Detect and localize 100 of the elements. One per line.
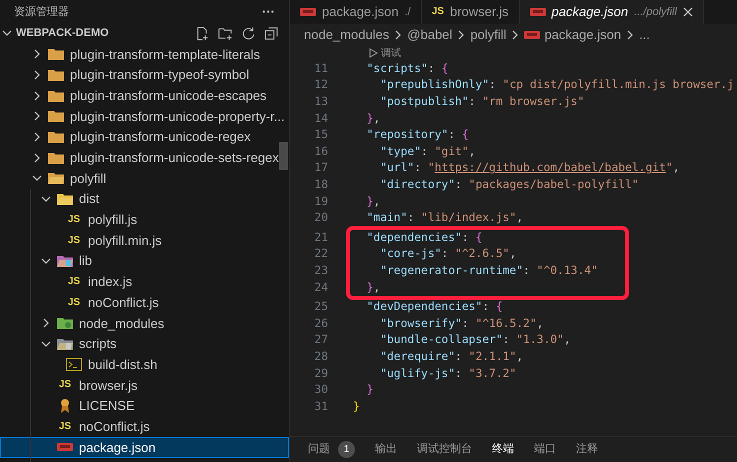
js-file-icon: JS	[68, 298, 80, 308]
json-file-icon	[300, 8, 316, 16]
more-actions-button[interactable]: ···	[262, 2, 275, 22]
line-number: 19	[313, 194, 328, 210]
new-file-icon[interactable]	[195, 26, 210, 40]
tree-item[interactable]: plugin-transform-unicode-sets-regex	[0, 147, 289, 168]
tree-item[interactable]: package.json	[0, 437, 289, 458]
folder-icon	[57, 317, 73, 330]
js-file-icon: JS	[68, 236, 80, 246]
code-line: "dependencies": {	[366, 230, 482, 246]
close-icon[interactable]	[682, 7, 693, 17]
line-number: 29	[313, 366, 328, 382]
tree-item[interactable]: node_modules	[0, 312, 289, 334]
panel-tab[interactable]: 终端	[492, 441, 514, 458]
line-number: 26	[313, 316, 328, 332]
line-number: 12	[313, 77, 328, 94]
code-line: "repository": {	[366, 127, 469, 144]
code-line: }	[353, 398, 360, 415]
code-line: },	[366, 110, 380, 127]
code-line: "type": "git",	[379, 144, 476, 160]
tree-item[interactable]: LICENSE	[0, 396, 289, 416]
line-number: 18	[313, 176, 328, 193]
new-folder-icon[interactable]	[218, 26, 233, 40]
code-line: "regenerator-runtime": "^0.13.4"	[379, 262, 598, 279]
debug-codelens[interactable]: 调试	[381, 46, 401, 60]
breadcrumb-item[interactable]: ...	[639, 25, 650, 45]
folder-icon	[48, 131, 64, 144]
tree-item[interactable]: plugin-transform-unicode-regex	[0, 126, 289, 148]
folder-icon	[48, 172, 64, 184]
chevron-down-icon	[41, 338, 51, 349]
chevron-down-icon	[41, 256, 51, 266]
tree-item[interactable]: JS polyfill.js	[0, 210, 289, 230]
panel-tab[interactable]: 调试控制台	[417, 441, 472, 458]
chevron-right-icon	[32, 70, 42, 80]
folder-icon	[48, 152, 64, 164]
tree-item[interactable]: JS browser.js	[0, 375, 289, 396]
chevron-right-icon	[456, 30, 466, 40]
breadcrumb-item[interactable]: node_modules	[304, 25, 390, 45]
tree-item[interactable]: plugin-transform-unicode-property-r...	[0, 106, 289, 127]
code-line: "directory": "packages/babel-polyfill"	[379, 176, 639, 193]
tree-item[interactable]: JS noConflict.js	[0, 292, 289, 313]
panel-tab[interactable]: 端口	[534, 441, 556, 458]
code-line: },	[366, 194, 380, 210]
code-line: "devDependencies": {	[366, 299, 503, 316]
code-line: "url": "https://github.com/babel/babel.git",	[379, 160, 680, 176]
js-file-icon: JS	[68, 214, 80, 225]
count-badge: 1	[338, 441, 355, 458]
js-file-icon: JS	[58, 380, 72, 390]
sidebar-title: 资源管理器	[14, 4, 69, 20]
line-number: 25	[313, 299, 328, 316]
js-file-icon: JS	[432, 7, 444, 17]
code-line: "uglify-js": "3.7.2"	[379, 366, 516, 382]
tree-item[interactable]: JS noConflict.js	[0, 416, 289, 438]
editor-tab[interactable]: package.json .../polyfill	[520, 0, 704, 24]
line-number: 21	[313, 230, 328, 246]
scrollbar-thumb[interactable]	[279, 142, 288, 170]
code-line: "core-js": "^2.6.5",	[379, 246, 516, 262]
chevron-right-icon	[625, 30, 636, 40]
panel-tab[interactable]: 注释	[576, 441, 598, 458]
play-icon[interactable]	[369, 48, 378, 58]
refresh-icon[interactable]	[241, 26, 256, 40]
editor-tab[interactable]: package.json ./	[290, 0, 422, 24]
breadcrumb-item[interactable]: @babel	[407, 25, 452, 45]
tree-item[interactable]: JS index.js	[0, 272, 289, 292]
chevron-down-icon	[41, 194, 51, 204]
line-number: 30	[313, 382, 328, 398]
folder-icon	[57, 193, 73, 206]
code-line: "scripts": {	[366, 60, 448, 77]
panel-tab[interactable]: 输出	[375, 441, 397, 458]
tree-item[interactable]: build-dist.sh	[0, 354, 289, 375]
chevron-right-icon	[41, 318, 51, 328]
line-number: 16	[313, 144, 328, 160]
tree-item[interactable]: JS polyfill.min.js	[0, 230, 289, 251]
breadcrumb-item[interactable]: polyfill	[470, 25, 506, 45]
line-number: 27	[313, 332, 328, 348]
chevron-down-icon	[2, 28, 12, 38]
chevron-right-icon	[32, 90, 42, 101]
tree-item[interactable]: plugin-transform-unicode-escapes	[0, 85, 289, 106]
tree-item[interactable]: dist	[0, 188, 289, 210]
line-number: 24	[313, 280, 328, 296]
chevron-down-icon	[32, 173, 42, 184]
code-line: },	[366, 280, 380, 296]
line-number: 28	[313, 348, 328, 365]
chevron-right-icon	[32, 132, 42, 142]
terminal-file-icon	[66, 358, 82, 372]
tree-item[interactable]: scripts	[0, 334, 289, 354]
tree-item[interactable]: lib	[0, 250, 289, 272]
panel-tab[interactable]: 问题	[308, 441, 330, 458]
folder-icon	[57, 338, 73, 350]
line-number: 11	[313, 60, 328, 77]
tree-item[interactable]: plugin-transform-template-literals	[0, 44, 289, 65]
code-line: "prepublishOnly": "cp dist/polyfill.min.js browser.j	[379, 77, 734, 94]
tree-item[interactable]: plugin-transform-typeof-symbol	[0, 64, 289, 86]
project-title[interactable]: WEBPACK-DEMO	[16, 24, 109, 42]
tree-item[interactable]: polyfill	[0, 168, 289, 189]
code-line: "derequire": "2.1.1",	[379, 348, 524, 365]
breadcrumb-item[interactable]: package.json	[544, 25, 622, 45]
code-line: "main": "lib/index.js",	[366, 210, 524, 226]
chevron-right-icon	[393, 30, 404, 40]
collapse-all-icon[interactable]	[264, 26, 279, 40]
